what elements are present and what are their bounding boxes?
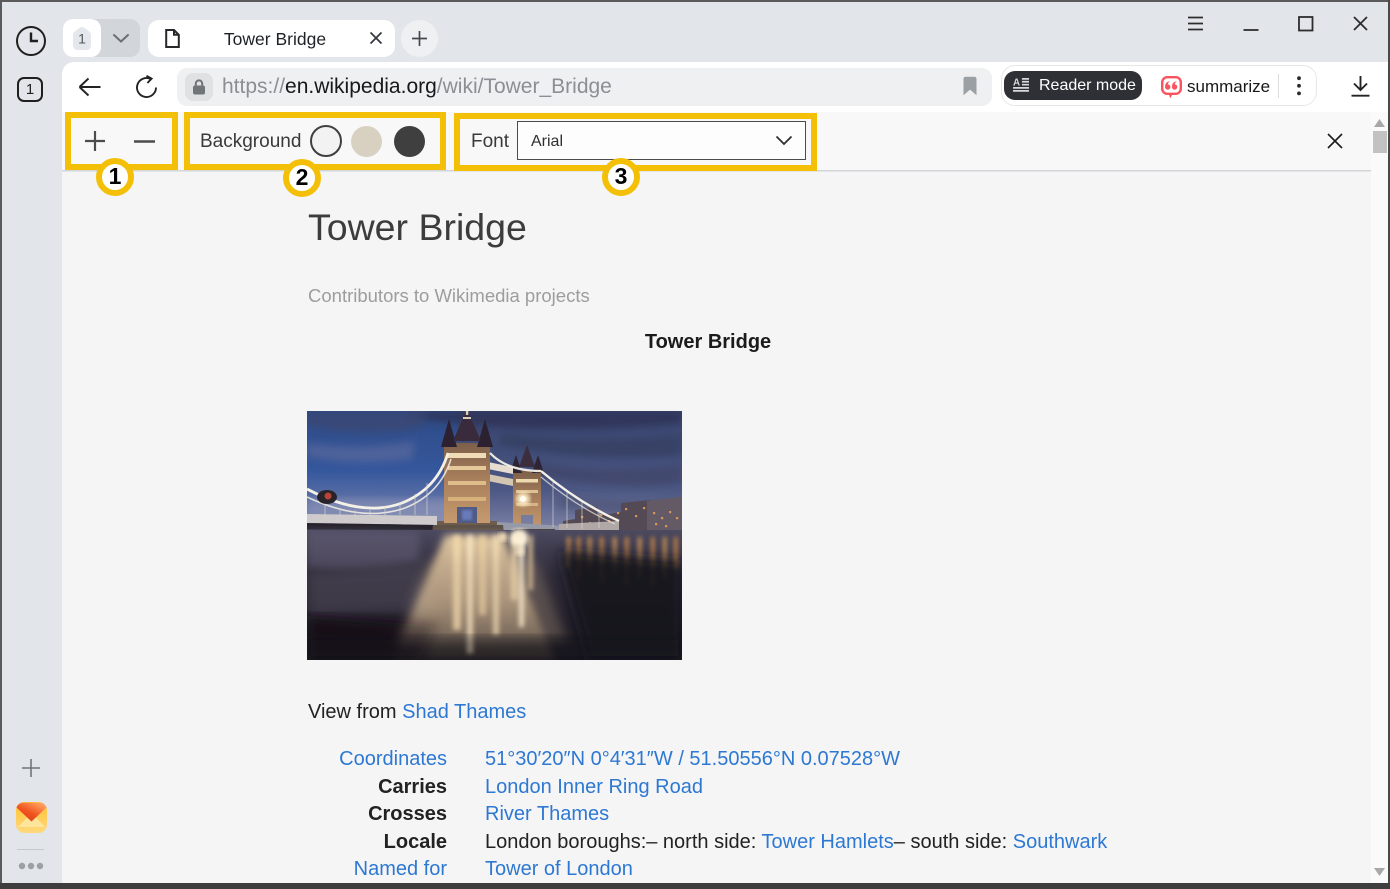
svg-text:A: A — [1013, 78, 1020, 89]
svg-text:1: 1 — [78, 31, 86, 47]
